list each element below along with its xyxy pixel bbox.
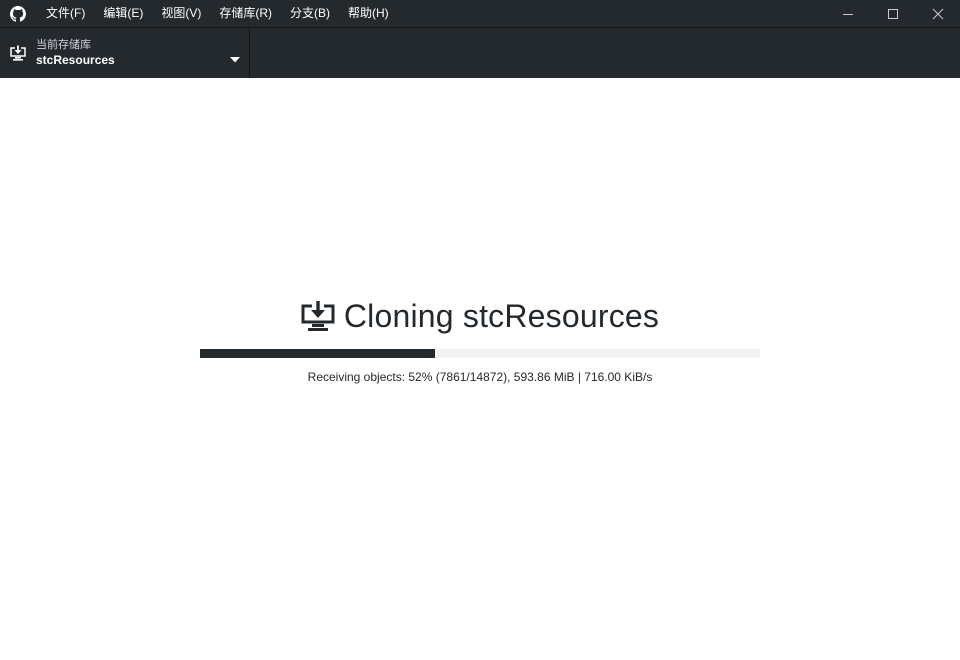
maximize-button[interactable] <box>870 0 915 27</box>
repository-text: 当前存储库 stcResources <box>36 38 115 68</box>
menu-branch[interactable]: 分支(B) <box>281 0 339 27</box>
current-repository-name: stcResources <box>36 53 115 67</box>
menu-view[interactable]: 视图(V) <box>152 0 210 27</box>
menu-repository[interactable]: 存储库(R) <box>210 0 281 27</box>
close-button[interactable] <box>915 0 960 27</box>
window-controls <box>825 0 960 27</box>
github-logo-icon <box>0 0 36 27</box>
title-bar: 文件(F) 编辑(E) 视图(V) 存储库(R) 分支(B) 帮助(H) <box>0 0 960 27</box>
clone-heading: Cloning stcResources <box>0 296 960 336</box>
app-window: 文件(F) 编辑(E) 视图(V) 存储库(R) 分支(B) 帮助(H) 当前存… <box>0 0 960 660</box>
menu-file[interactable]: 文件(F) <box>36 0 94 27</box>
current-repository-selector[interactable]: 当前存储库 stcResources <box>0 28 250 78</box>
current-repository-caption: 当前存储库 <box>36 39 91 51</box>
menu-help[interactable]: 帮助(H) <box>339 0 398 27</box>
clone-download-icon <box>301 301 335 331</box>
clone-progress-fill <box>200 349 436 358</box>
toolbar: 当前存储库 stcResources <box>0 27 960 78</box>
clone-progress-view: Cloning stcResources Receiving objects: … <box>0 78 960 660</box>
menu-bar: 文件(F) 编辑(E) 视图(V) 存储库(R) 分支(B) 帮助(H) <box>36 0 398 27</box>
clone-progress-bar <box>200 349 760 358</box>
close-icon <box>932 8 943 19</box>
clone-title: Cloning stcResources <box>343 297 660 334</box>
minimize-icon <box>842 13 853 15</box>
clone-download-icon <box>0 45 36 61</box>
maximize-icon <box>887 8 898 19</box>
minimize-button[interactable] <box>825 0 870 27</box>
chevron-down-icon <box>230 50 240 68</box>
clone-progress-detail: Receiving objects: 52% (7861/14872), 593… <box>307 370 653 384</box>
menu-edit[interactable]: 编辑(E) <box>94 0 152 27</box>
